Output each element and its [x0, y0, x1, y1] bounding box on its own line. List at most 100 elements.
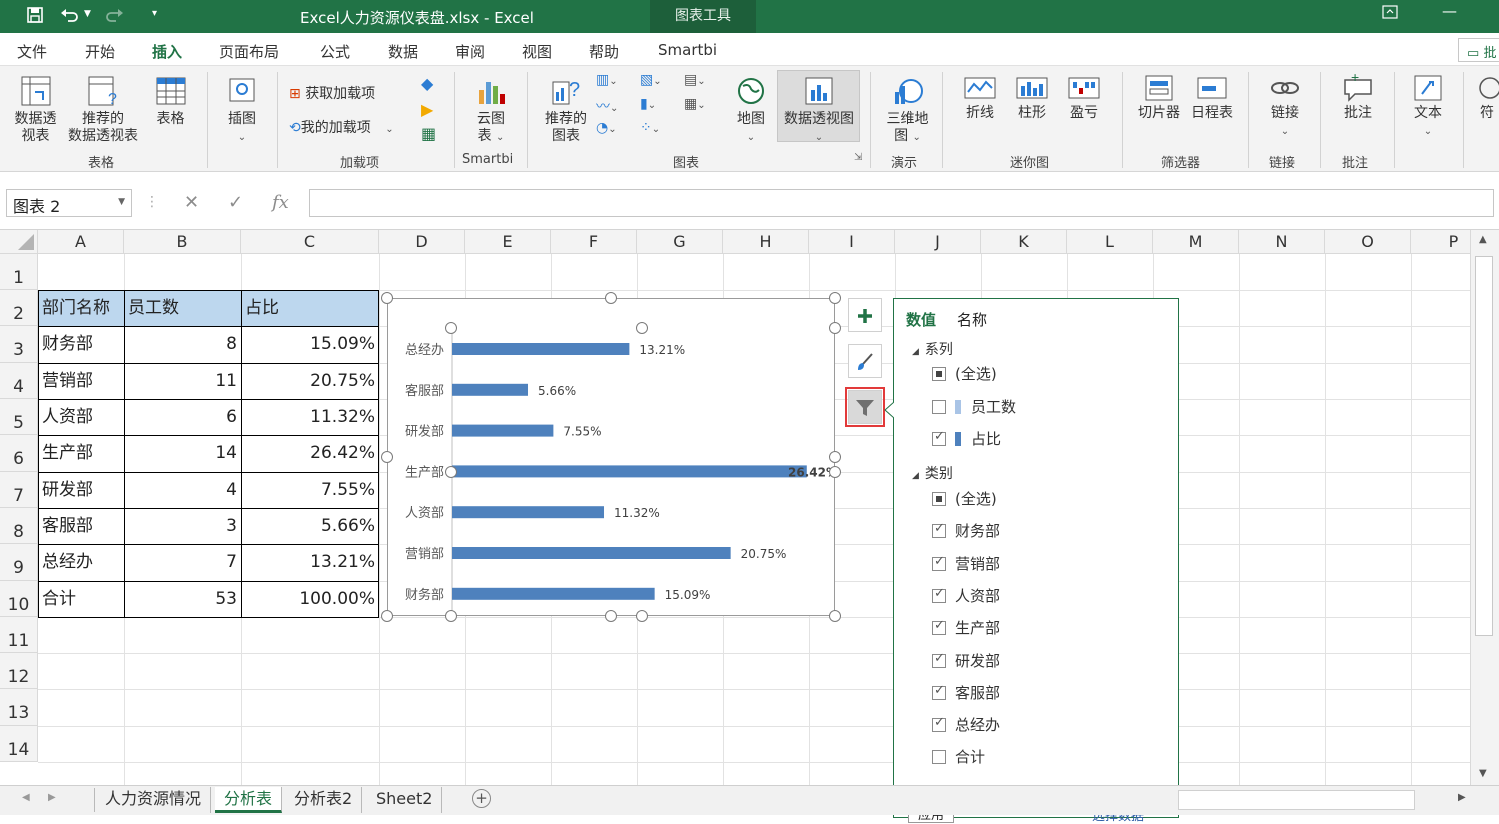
percentage-cell[interactable]: 15.09%: [241, 326, 379, 363]
save-icon[interactable]: [26, 6, 44, 28]
column-chart-button[interactable]: ▥⌄: [596, 72, 618, 88]
resize-handle[interactable]: [445, 610, 457, 622]
category-filter-item[interactable]: 生产部: [932, 617, 1000, 637]
headcount-cell[interactable]: 53: [124, 581, 241, 617]
percentage-cell[interactable]: 5.66%: [241, 508, 379, 544]
headcount-cell[interactable]: 8: [124, 326, 241, 363]
column-header-l[interactable]: L: [1067, 230, 1153, 254]
sheet-prev-icon[interactable]: ◀: [22, 792, 30, 803]
row-header-9[interactable]: 9: [0, 544, 38, 581]
chart-elements-button[interactable]: [848, 298, 882, 332]
resize-handle[interactable]: [829, 292, 841, 304]
column-header-p[interactable]: P: [1411, 230, 1470, 254]
chart-styles-button[interactable]: [848, 344, 882, 378]
people-graph-addin-icon[interactable]: ▦: [421, 124, 436, 143]
dept-name-cell[interactable]: 总经办: [38, 544, 124, 581]
series-section[interactable]: ◢ 系列: [912, 339, 953, 359]
recommended-pivot-button[interactable]: ? 推荐的 数据透视表: [64, 74, 142, 145]
scroll-up-icon[interactable]: ▲: [1479, 234, 1487, 245]
headcount-cell[interactable]: 14: [124, 435, 241, 472]
column-header-b[interactable]: B: [124, 230, 241, 254]
waterfall-chart-button[interactable]: ▤⌄: [684, 72, 706, 88]
category-section[interactable]: ◢ 类别: [912, 463, 953, 483]
dept-name-cell[interactable]: 生产部: [38, 435, 124, 472]
percentage-cell[interactable]: 13.21%: [241, 544, 379, 581]
resize-handle[interactable]: [829, 322, 841, 334]
resize-handle[interactable]: [636, 322, 648, 334]
ribbon-display-options-icon[interactable]: [1382, 5, 1398, 23]
row-header-2[interactable]: 2: [0, 290, 38, 326]
map-button[interactable]: 地图 ⌄: [730, 74, 772, 146]
bing-addin-icon[interactable]: ▶: [421, 100, 433, 119]
headcount-cell[interactable]: 4: [124, 472, 241, 508]
category-filter-item[interactable]: (全选): [932, 488, 997, 508]
scatter-chart-button[interactable]: ⁘⌄: [640, 120, 660, 136]
checkbox[interactable]: [932, 586, 946, 603]
checkbox[interactable]: [932, 367, 946, 381]
series-filter-item[interactable]: (全选): [932, 363, 997, 383]
statistic-chart-button[interactable]: ▮⌄: [640, 96, 656, 112]
checkbox[interactable]: [932, 683, 946, 700]
get-addins-button[interactable]: ⊞ 获取加载项: [289, 83, 375, 103]
charts-dialog-launcher-icon[interactable]: ⇲: [854, 152, 862, 163]
table-header-cell[interactable]: 占比: [241, 290, 379, 326]
line-chart-button[interactable]: 〰⌄: [596, 96, 618, 116]
chart-filters-button[interactable]: [845, 387, 885, 427]
vertical-scrollbar[interactable]: ▲ ▼: [1470, 230, 1499, 785]
percentage-cell[interactable]: 11.32%: [241, 399, 379, 435]
name-box-dropdown-icon[interactable]: ▼: [118, 197, 125, 207]
illustrations-button[interactable]: 插图 ⌄: [218, 74, 266, 146]
scroll-right-icon[interactable]: ▶: [1458, 792, 1466, 803]
category-filter-item[interactable]: 合计: [932, 746, 985, 766]
resize-handle[interactable]: [381, 610, 393, 622]
filter-tab-values[interactable]: 数值: [906, 309, 936, 330]
comment-button[interactable]: + 批注: [1334, 74, 1382, 122]
cloud-chart-button[interactable]: 云图 表 ⌄: [468, 74, 514, 146]
name-box[interactable]: 图表 2 ▼: [6, 189, 132, 217]
checkbox[interactable]: [932, 492, 946, 506]
series-filter-item[interactable]: 占比: [932, 428, 1001, 448]
column-header-g[interactable]: G: [637, 230, 723, 254]
tab-file[interactable]: 文件: [17, 41, 47, 62]
category-filter-item[interactable]: 营销部: [932, 553, 1000, 573]
headcount-cell[interactable]: 11: [124, 363, 241, 399]
add-sheet-icon[interactable]: +: [472, 789, 491, 808]
symbols-button[interactable]: 符: [1474, 74, 1499, 122]
hierarchy-chart-button[interactable]: ▧⌄: [640, 72, 662, 88]
sparkline-winloss-button[interactable]: 盈亏: [1062, 74, 1106, 122]
resize-handle[interactable]: [605, 610, 617, 622]
row-header-1[interactable]: 1: [0, 254, 38, 290]
share-button[interactable]: ▭ 批: [1458, 38, 1499, 62]
category-filter-item[interactable]: 人资部: [932, 585, 1000, 605]
checkbox[interactable]: [932, 715, 946, 733]
row-header-7[interactable]: 7: [0, 472, 38, 508]
tab-review[interactable]: 审阅: [455, 41, 485, 62]
enter-icon[interactable]: ✓: [228, 192, 243, 213]
checkbox[interactable]: [932, 521, 946, 539]
minimize-icon[interactable]: —: [1442, 2, 1457, 20]
customize-quick-access-icon[interactable]: ▾: [152, 8, 157, 19]
category-filter-item[interactable]: 总经办: [932, 714, 1000, 734]
insert-function-icon[interactable]: fx: [272, 192, 289, 213]
row-header-13[interactable]: 13: [0, 689, 38, 726]
sparkline-line-button[interactable]: 折线: [958, 74, 1002, 122]
series-filter-item[interactable]: 员工数: [932, 396, 1016, 416]
formula-input[interactable]: [309, 189, 1494, 217]
column-header-h[interactable]: H: [723, 230, 809, 254]
row-header-12[interactable]: 12: [0, 653, 38, 689]
percentage-cell[interactable]: 100.00%: [241, 581, 379, 617]
headcount-cell[interactable]: 7: [124, 544, 241, 581]
dept-name-cell[interactable]: 营销部: [38, 363, 124, 399]
percentage-cell[interactable]: 26.42%: [241, 435, 379, 472]
tab-data[interactable]: 数据: [388, 41, 418, 62]
tab-page-layout[interactable]: 页面布局: [219, 41, 279, 62]
column-header-i[interactable]: I: [809, 230, 895, 254]
row-header-8[interactable]: 8: [0, 508, 38, 544]
recommended-charts-button[interactable]: ? 推荐的 图表: [540, 74, 592, 145]
dept-name-cell[interactable]: 人资部: [38, 399, 124, 435]
pie-chart-button[interactable]: ◔⌄: [596, 120, 617, 136]
row-header-6[interactable]: 6: [0, 435, 38, 472]
resize-handle[interactable]: [445, 322, 457, 334]
category-filter-item[interactable]: 研发部: [932, 650, 1000, 670]
dept-name-cell[interactable]: 财务部: [38, 326, 124, 363]
